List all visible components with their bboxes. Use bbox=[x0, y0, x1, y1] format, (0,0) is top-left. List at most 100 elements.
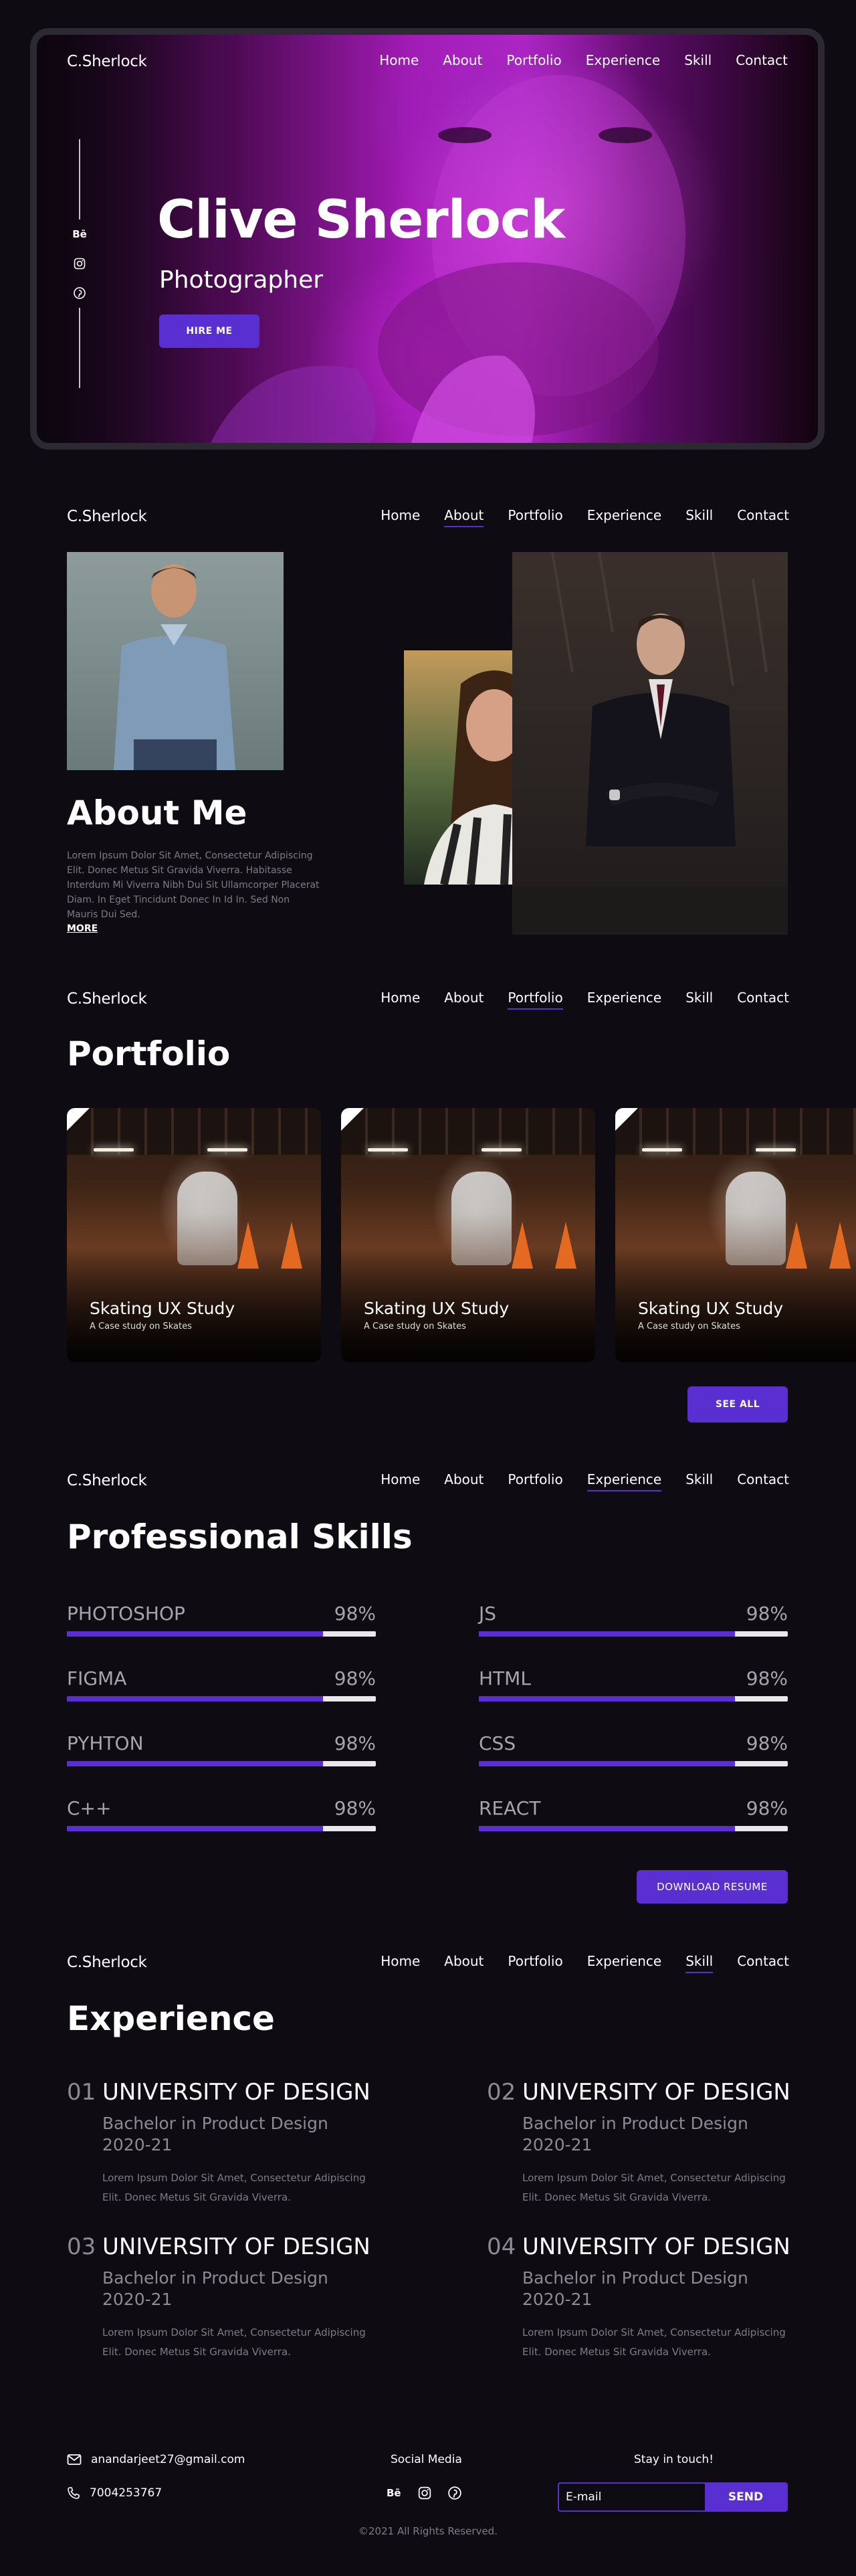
nav-about[interactable]: About bbox=[444, 1471, 484, 1490]
nav-home[interactable]: Home bbox=[381, 1471, 420, 1490]
instagram-icon[interactable] bbox=[73, 257, 86, 270]
card-image-skater bbox=[177, 1172, 237, 1265]
nav-links: Home About Portfolio Experience Skill Co… bbox=[381, 990, 789, 1010]
nav-skill[interactable]: Skill bbox=[685, 990, 713, 1008]
nav-about[interactable]: About bbox=[443, 52, 482, 71]
hero-role: Photographer bbox=[159, 266, 324, 294]
skill-bar-fill bbox=[479, 1696, 736, 1701]
card-image-light bbox=[368, 1148, 408, 1152]
skill-value: 98% bbox=[746, 1667, 788, 1689]
skill-item: PYHTON 98% bbox=[67, 1732, 376, 1772]
nav-experience[interactable]: Experience bbox=[586, 1471, 661, 1491]
nav-contact[interactable]: Contact bbox=[737, 1953, 789, 1972]
nav-about[interactable]: About bbox=[444, 990, 484, 1008]
skill-bar bbox=[479, 1761, 788, 1766]
nav-skill[interactable]: Skill bbox=[685, 507, 713, 526]
card-corner bbox=[615, 1108, 638, 1131]
download-resume-button[interactable]: DOWNLOAD RESUME bbox=[637, 1870, 788, 1904]
experience-degree: Bachelor in Product Design bbox=[102, 2114, 328, 2133]
nav-contact[interactable]: Contact bbox=[737, 1471, 789, 1490]
nav-experience[interactable]: Experience bbox=[587, 990, 662, 1008]
skill-item: FIGMA 98% bbox=[67, 1667, 376, 1708]
nav-experience[interactable]: Experience bbox=[587, 1953, 662, 1972]
nav-experience[interactable]: Experience bbox=[587, 507, 662, 526]
footer-email[interactable]: anandarjeet27@gmail.com bbox=[67, 2453, 245, 2466]
logo[interactable]: C.Sherlock bbox=[67, 1472, 147, 1489]
card-title: Skating UX Study bbox=[638, 1299, 784, 1318]
experience-school: UNIVERSITY OF DESIGN bbox=[102, 2079, 370, 2106]
experience-degree: Bachelor in Product Design bbox=[522, 2114, 748, 2133]
nav-about[interactable]: About bbox=[444, 507, 484, 527]
nav-portfolio[interactable]: Portfolio bbox=[506, 52, 561, 71]
nav-contact[interactable]: Contact bbox=[736, 52, 788, 71]
skill-bar bbox=[67, 1631, 376, 1637]
skill-name: REACT bbox=[479, 1797, 541, 1819]
skill-name: C++ bbox=[67, 1797, 112, 1819]
nav-skill[interactable]: Skill bbox=[685, 1953, 713, 1973]
send-button[interactable]: SEND bbox=[705, 2484, 786, 2510]
nav-skill[interactable]: Skill bbox=[685, 1471, 713, 1490]
experience-number: 02 bbox=[487, 2079, 516, 2106]
logo[interactable]: C.Sherlock bbox=[67, 53, 147, 70]
experience-nav: C.Sherlock Home About Portfolio Experien… bbox=[67, 1952, 789, 1973]
nav-about[interactable]: About bbox=[444, 1953, 484, 1972]
newsletter-form: E-mail SEND bbox=[558, 2482, 788, 2512]
social-media-heading: Social Media bbox=[391, 2453, 462, 2466]
footer-phone-text[interactable]: 7004253767 bbox=[90, 2486, 162, 2500]
logo[interactable]: C.Sherlock bbox=[67, 990, 147, 1008]
skill-bar-fill bbox=[67, 1826, 324, 1831]
experience-degree: Bachelor in Product Design bbox=[522, 2268, 748, 2288]
nav-portfolio[interactable]: Portfolio bbox=[508, 507, 562, 526]
pinterest-icon[interactable] bbox=[73, 286, 86, 300]
footer-phone[interactable]: 7004253767 bbox=[67, 2486, 162, 2500]
skill-name: FIGMA bbox=[67, 1667, 127, 1689]
logo[interactable]: C.Sherlock bbox=[67, 508, 147, 525]
card-subtitle: A Case study on Skates bbox=[90, 1321, 192, 1331]
nav-portfolio[interactable]: Portfolio bbox=[508, 1471, 562, 1490]
nav-home[interactable]: Home bbox=[381, 507, 420, 526]
experience-title: Experience bbox=[67, 1999, 275, 2038]
skill-value: 98% bbox=[334, 1732, 376, 1754]
card-image-light bbox=[481, 1148, 522, 1152]
nav-links: Home About Portfolio Experience Skill Co… bbox=[381, 1471, 789, 1491]
skill-bar-fill bbox=[479, 1631, 736, 1637]
nav-contact[interactable]: Contact bbox=[737, 990, 789, 1008]
logo[interactable]: C.Sherlock bbox=[67, 1954, 147, 1971]
card-corner bbox=[67, 1108, 90, 1131]
skill-name: CSS bbox=[479, 1732, 516, 1754]
see-all-button[interactable]: SEE ALL bbox=[687, 1386, 788, 1422]
email-input[interactable]: E-mail bbox=[559, 2484, 705, 2510]
nav-portfolio[interactable]: Portfolio bbox=[508, 990, 563, 1010]
skill-bar-fill bbox=[479, 1826, 736, 1831]
nav-home[interactable]: Home bbox=[381, 990, 420, 1008]
behance-icon[interactable]: Bē bbox=[72, 227, 87, 241]
footer-email-text[interactable]: anandarjeet27@gmail.com bbox=[91, 2453, 245, 2466]
behance-icon[interactable]: Bē bbox=[387, 2487, 401, 2499]
portfolio-card[interactable]: Skating UX Study A Case study on Skates bbox=[341, 1108, 595, 1362]
skill-name: JS bbox=[479, 1602, 497, 1625]
portfolio-card[interactable]: Skating UX Study A Case study on Skates bbox=[67, 1108, 321, 1362]
nav-home[interactable]: Home bbox=[381, 1953, 420, 1972]
nav-contact[interactable]: Contact bbox=[737, 507, 789, 526]
card-image-light bbox=[642, 1148, 682, 1152]
nav-links: Home About Portfolio Experience Skill Co… bbox=[379, 52, 788, 71]
card-image-cone bbox=[281, 1222, 302, 1269]
more-link[interactable]: MORE bbox=[67, 923, 98, 934]
phone-icon bbox=[68, 2487, 80, 2499]
nav-experience[interactable]: Experience bbox=[586, 52, 661, 71]
skill-bar-fill bbox=[67, 1761, 324, 1766]
skills-nav: C.Sherlock Home About Portfolio Experien… bbox=[67, 1471, 789, 1491]
hire-me-button[interactable]: HIRE ME bbox=[159, 314, 259, 348]
card-image-light bbox=[207, 1148, 247, 1152]
pinterest-icon[interactable] bbox=[447, 2486, 461, 2500]
experience-number: 01 bbox=[67, 2079, 96, 2106]
nav-skill[interactable]: Skill bbox=[684, 52, 712, 71]
skill-bar bbox=[67, 1761, 376, 1766]
card-image-light bbox=[756, 1148, 796, 1152]
about-nav: C.Sherlock Home About Portfolio Experien… bbox=[67, 507, 789, 527]
portfolio-card[interactable]: Skating UX Study A Case study on Skates bbox=[615, 1108, 856, 1362]
nav-portfolio[interactable]: Portfolio bbox=[508, 1953, 562, 1972]
portfolio-nav: C.Sherlock Home About Portfolio Experien… bbox=[67, 989, 789, 1010]
nav-home[interactable]: Home bbox=[379, 52, 419, 71]
instagram-icon[interactable] bbox=[418, 2486, 431, 2500]
